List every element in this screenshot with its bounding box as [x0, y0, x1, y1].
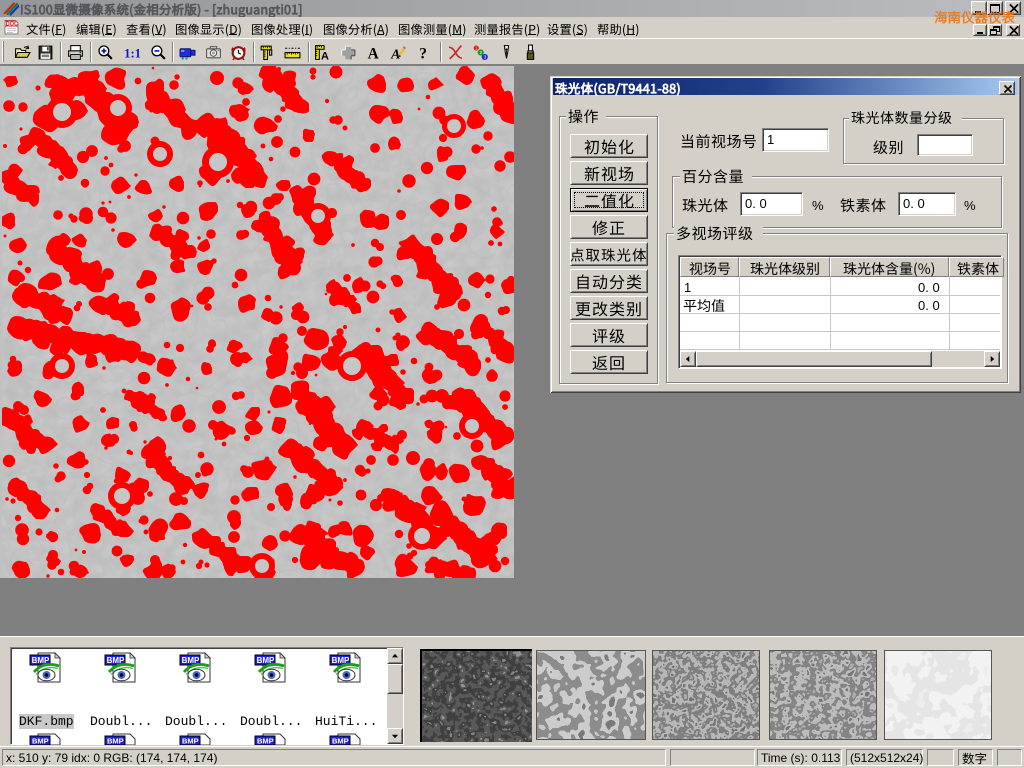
svg-text:3: 3 [484, 55, 487, 61]
svg-text:1: 1 [475, 46, 478, 52]
svg-text:BMP: BMP [182, 737, 199, 746]
svg-text:BMP: BMP [257, 737, 274, 746]
svg-text:1:1: 1:1 [124, 46, 140, 60]
svg-text:?: ? [419, 45, 427, 61]
svg-text:BMP: BMP [107, 737, 124, 746]
svg-text:BMP: BMP [32, 737, 49, 746]
svg-text:A: A [368, 45, 379, 61]
svg-text:A: A [321, 50, 329, 61]
svg-text:BMP: BMP [332, 737, 349, 746]
svg-text:2: 2 [479, 50, 482, 56]
